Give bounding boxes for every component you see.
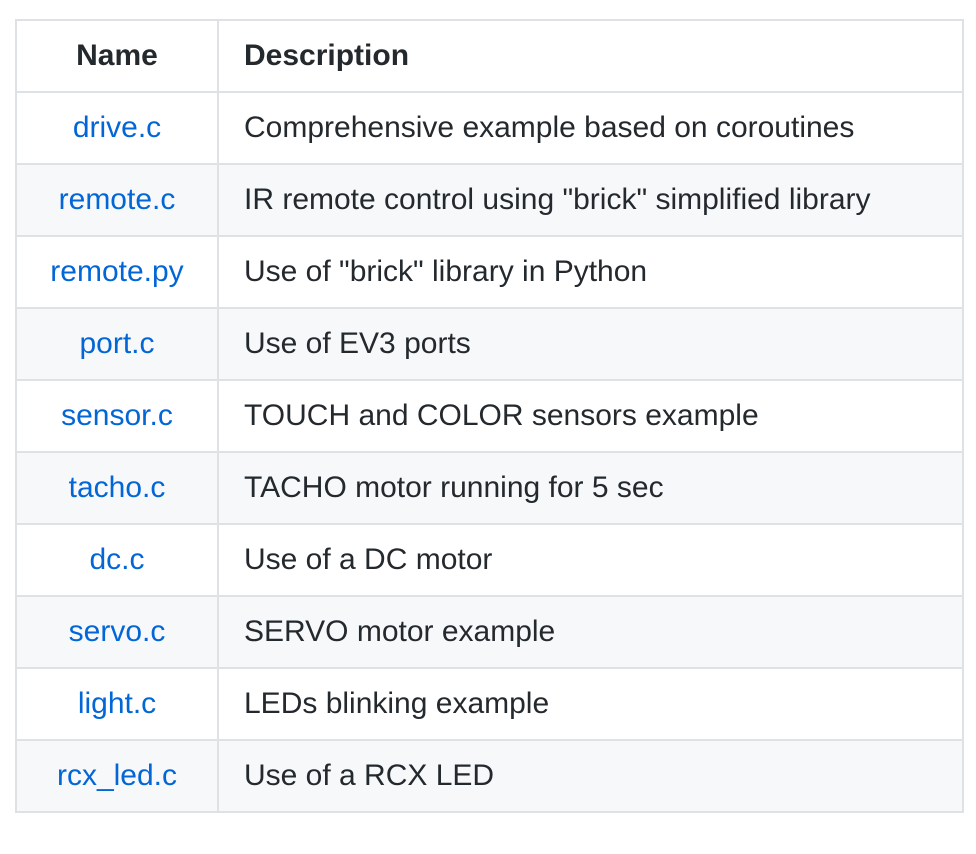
- name-cell: dc.c: [15, 523, 219, 597]
- examples-table: Name Description drive.c Comprehensive e…: [15, 19, 964, 813]
- table-row: remote.py Use of "brick" library in Pyth…: [15, 235, 964, 309]
- description-cell: LEDs blinking example: [217, 667, 964, 741]
- name-cell: light.c: [15, 667, 219, 741]
- name-cell: tacho.c: [15, 451, 219, 525]
- file-link[interactable]: remote.c: [59, 183, 176, 216]
- table-row: port.c Use of EV3 ports: [15, 307, 964, 381]
- table-body: drive.c Comprehensive example based on c…: [15, 91, 964, 813]
- table-row: drive.c Comprehensive example based on c…: [15, 91, 964, 165]
- file-link[interactable]: remote.py: [50, 255, 183, 288]
- file-link[interactable]: tacho.c: [69, 471, 166, 504]
- name-cell: remote.c: [15, 163, 219, 237]
- table-row: remote.c IR remote control using "brick"…: [15, 163, 964, 237]
- description-cell: TOUCH and COLOR sensors example: [217, 379, 964, 453]
- description-cell: Comprehensive example based on coroutine…: [217, 91, 964, 165]
- column-header-description: Description: [217, 19, 964, 93]
- description-cell: TACHO motor running for 5 sec: [217, 451, 964, 525]
- file-link[interactable]: rcx_led.c: [57, 759, 177, 792]
- table-row: sensor.c TOUCH and COLOR sensors example: [15, 379, 964, 453]
- description-cell: Use of "brick" library in Python: [217, 235, 964, 309]
- table-row: tacho.c TACHO motor running for 5 sec: [15, 451, 964, 525]
- column-header-name: Name: [15, 19, 219, 93]
- file-link[interactable]: sensor.c: [61, 399, 173, 432]
- description-cell: Use of a RCX LED: [217, 739, 964, 813]
- name-cell: port.c: [15, 307, 219, 381]
- file-link[interactable]: light.c: [78, 687, 156, 720]
- name-cell: servo.c: [15, 595, 219, 669]
- file-link[interactable]: servo.c: [69, 615, 166, 648]
- table-row: light.c LEDs blinking example: [15, 667, 964, 741]
- file-link[interactable]: drive.c: [73, 111, 161, 144]
- table-row: dc.c Use of a DC motor: [15, 523, 964, 597]
- header-row: Name Description: [15, 19, 964, 93]
- table-row: rcx_led.c Use of a RCX LED: [15, 739, 964, 813]
- name-cell: rcx_led.c: [15, 739, 219, 813]
- description-cell: Use of a DC motor: [217, 523, 964, 597]
- name-cell: sensor.c: [15, 379, 219, 453]
- file-link[interactable]: port.c: [79, 327, 154, 360]
- description-cell: SERVO motor example: [217, 595, 964, 669]
- file-link[interactable]: dc.c: [89, 543, 144, 576]
- description-cell: Use of EV3 ports: [217, 307, 964, 381]
- table-header: Name Description: [15, 19, 964, 93]
- name-cell: drive.c: [15, 91, 219, 165]
- description-cell: IR remote control using "brick" simplifi…: [217, 163, 964, 237]
- table-row: servo.c SERVO motor example: [15, 595, 964, 669]
- name-cell: remote.py: [15, 235, 219, 309]
